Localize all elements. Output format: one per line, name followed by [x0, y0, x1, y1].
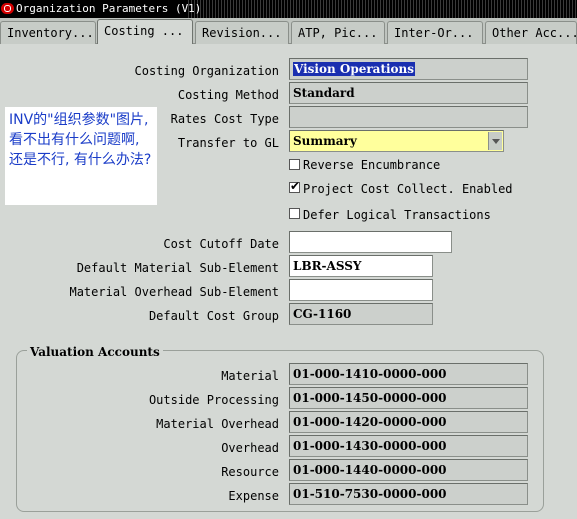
transfer-to-gl-label: Transfer to GL	[177, 136, 279, 150]
valuation-expense-field[interactable]: 01-510-7530-0000-000	[289, 483, 528, 505]
tab-strip: Inventory... Costing ... Revision... ATP…	[0, 18, 577, 44]
default-material-sub-element-field[interactable]: LBR-ASSY	[289, 255, 433, 277]
chevron-down-icon[interactable]	[488, 132, 502, 150]
valuation-resource-label: Resource	[221, 465, 279, 479]
tab-inter-org[interactable]: Inter-Or...	[387, 21, 483, 44]
cost-cutoff-date-label: Cost Cutoff Date	[163, 237, 279, 251]
costing-organization-field[interactable]: Vision Operations	[289, 58, 528, 80]
valuation-overhead-field[interactable]: 01-000-1430-0000-000	[289, 435, 528, 457]
costing-organization-label: Costing Organization	[134, 64, 280, 78]
valuation-expense-label: Expense	[228, 489, 279, 503]
material-overhead-sub-element-label: Material Overhead Sub-Element	[69, 285, 279, 299]
cost-cutoff-date-field[interactable]	[289, 231, 452, 253]
default-material-sub-element-label: Default Material Sub-Element	[76, 261, 279, 275]
valuation-material-field[interactable]: 01-000-1410-0000-000	[289, 363, 528, 385]
valuation-material-overhead-field[interactable]: 01-000-1420-0000-000	[289, 411, 528, 433]
defer-logical-checkbox[interactable]	[289, 208, 300, 219]
rates-cost-type-field[interactable]	[289, 106, 528, 128]
costing-organization-value: Vision Operations	[293, 62, 416, 76]
transfer-to-gl-value: Summary	[293, 134, 357, 148]
tab-atp-pick[interactable]: ATP, Pic...	[291, 21, 385, 44]
material-overhead-sub-element-field[interactable]	[289, 279, 433, 301]
valuation-resource-field[interactable]: 01-000-1440-0000-000	[289, 459, 528, 481]
tab-other-accounts[interactable]: Other Acc...	[485, 21, 577, 44]
tab-inventory[interactable]: Inventory...	[0, 21, 96, 44]
tab-revision[interactable]: Revision...	[195, 21, 289, 44]
default-cost-group-field[interactable]: CG-1160	[289, 303, 433, 325]
defer-logical-label: Defer Logical Transactions	[303, 208, 491, 222]
transfer-to-gl-select[interactable]: Summary	[289, 130, 504, 152]
valuation-overhead-label: Overhead	[221, 441, 279, 455]
window-titlebar[interactable]: Organization Parameters (V1)	[0, 0, 577, 18]
project-cost-collect-checkbox[interactable]: ✔	[289, 179, 301, 193]
annotation-note: INV的"组织参数"图片, 看不出有什么问题啊, 还是不行, 有什么办法?	[5, 107, 157, 205]
reverse-encumbrance-label: Reverse Encumbrance	[303, 158, 441, 172]
tab-costing[interactable]: Costing ...	[97, 19, 193, 44]
valuation-material-label: Material	[221, 369, 279, 383]
costing-method-field[interactable]: Standard	[289, 82, 528, 104]
project-cost-collect-label: Project Cost Collect. Enabled	[303, 182, 513, 196]
oracle-logo-icon	[1, 3, 14, 14]
checkmark-icon: ✔	[290, 179, 301, 193]
window-title: Organization Parameters (V1)	[16, 2, 202, 15]
valuation-outside-processing-field[interactable]: 01-000-1450-0000-000	[289, 387, 528, 409]
rates-cost-type-label: Rates Cost Type	[170, 112, 279, 126]
reverse-encumbrance-checkbox[interactable]	[289, 159, 300, 170]
valuation-accounts-title: Valuation Accounts	[27, 345, 163, 359]
default-cost-group-label: Default Cost Group	[148, 309, 279, 323]
costing-method-label: Costing Method	[177, 88, 279, 102]
valuation-material-overhead-label: Material Overhead	[156, 417, 279, 431]
valuation-outside-processing-label: Outside Processing	[148, 393, 279, 407]
